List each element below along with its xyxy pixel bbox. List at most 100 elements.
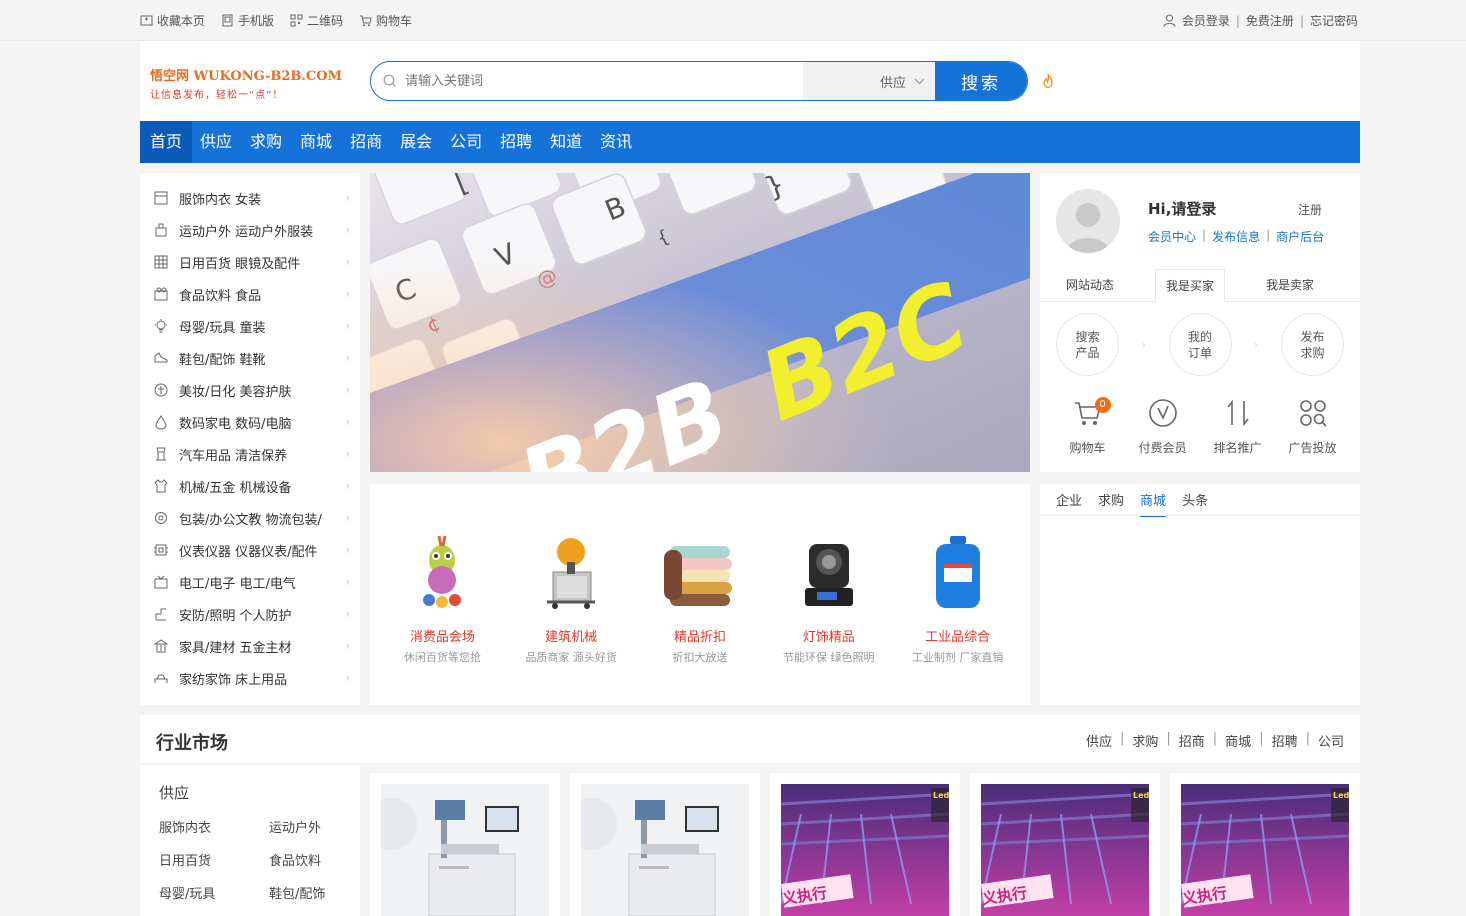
industry-category-link[interactable]: 运动户外: [269, 817, 359, 836]
industry-category-link[interactable]: 服饰内衣: [159, 817, 269, 836]
product-card[interactable]: Led 义执行: [970, 773, 1160, 916]
tab-mall[interactable]: 商城: [1140, 490, 1167, 517]
category-item[interactable]: 家具/建材 五金主材 ›: [140, 630, 360, 662]
tab-seller[interactable]: 我是卖家: [1240, 269, 1340, 301]
chevron-right-icon: ›: [345, 255, 350, 269]
search-product-button[interactable]: 搜索 产品: [1056, 313, 1119, 376]
product-image: Led 义执行: [1181, 784, 1349, 916]
industry-category-link[interactable]: 母婴/玩具: [159, 883, 269, 902]
category-item[interactable]: 仪表仪器 仪器仪表/配件 ›: [140, 534, 360, 566]
tool-rank[interactable]: 排名推广: [1203, 395, 1273, 456]
featured-item[interactable]: 工业品综合 工业制剂 厂家直销: [898, 530, 1018, 665]
register-link[interactable]: 免费注册: [1246, 12, 1294, 29]
industry-category-link[interactable]: 日用百货: [159, 850, 269, 869]
nav-item[interactable]: 资讯: [590, 121, 642, 163]
category-item[interactable]: 安防/照明 个人防护 ›: [140, 598, 360, 630]
tool-cart[interactable]: 0 购物车: [1053, 395, 1123, 456]
featured-item[interactable]: 建筑机械 品质商家 源头好货: [511, 530, 631, 665]
category-item[interactable]: 电工/电子 电工/电气 ›: [140, 566, 360, 598]
user-panel: Hi,请登录 注册 会员中心 | 发布信息 | 商户后台 网站动态 我是买家 我…: [1040, 173, 1360, 472]
login-link[interactable]: 会员登录: [1182, 12, 1230, 29]
category-item[interactable]: 包装/办公文教 物流包装/ ›: [140, 502, 360, 534]
product-image: [581, 784, 749, 916]
cart-link[interactable]: 购物车: [359, 12, 412, 29]
featured-item[interactable]: 精品折扣 折扣大放送: [640, 530, 760, 665]
mobile-link[interactable]: 手机版: [221, 12, 274, 29]
separator: |: [1305, 731, 1310, 746]
search-category-select[interactable]: 供应: [803, 62, 935, 100]
category-item[interactable]: 数码家电 数码/电脑 ›: [140, 406, 360, 438]
food-icon: [152, 286, 170, 302]
category-item[interactable]: 汽车用品 清洁保养 ›: [140, 438, 360, 470]
industry-link[interactable]: 求购: [1132, 731, 1158, 750]
greeting[interactable]: Hi,请登录: [1148, 198, 1216, 219]
category-item[interactable]: 食品饮料 食品 ›: [140, 278, 360, 310]
product-card[interactable]: [570, 773, 760, 916]
category-item[interactable]: 美妆/日化 美容护肤 ›: [140, 374, 360, 406]
nav-item[interactable]: 招聘: [490, 121, 542, 163]
tool-vip[interactable]: 付费会员: [1128, 395, 1198, 456]
product-card[interactable]: [370, 773, 560, 916]
tool-label: 付费会员: [1138, 441, 1187, 455]
register-link[interactable]: 注册: [1298, 201, 1322, 218]
laser-machine-image: [381, 784, 549, 916]
featured-item[interactable]: 消费品会场 休闲百货等您抢: [382, 530, 502, 665]
category-item[interactable]: 运动户外 运动户外服装 ›: [140, 214, 360, 246]
tab-purchase[interactable]: 求购: [1098, 490, 1124, 517]
search-input[interactable]: [405, 73, 785, 89]
stage-lights-image: Led义执行: [1181, 784, 1349, 916]
category-item[interactable]: 机械/五金 机械设备 ›: [140, 470, 360, 502]
qrcode-link[interactable]: 二维码: [290, 12, 343, 29]
tab-site-news[interactable]: 网站动态: [1040, 269, 1140, 301]
search-button[interactable]: 搜索: [935, 62, 1027, 100]
chevron-right-icon: ›: [345, 447, 350, 461]
nav-item[interactable]: 商城: [290, 121, 342, 163]
nav-item[interactable]: 首页: [140, 121, 193, 163]
banner-dot[interactable]: [701, 448, 708, 455]
category-item[interactable]: 鞋包/配饰 鞋靴 ›: [140, 342, 360, 374]
separator: |: [1202, 228, 1207, 242]
ad-icon: [1299, 400, 1327, 427]
post-request-button[interactable]: 发布 求购: [1281, 313, 1344, 376]
chevron-right-icon: ›: [345, 511, 350, 525]
nav-item[interactable]: 供应: [190, 121, 242, 163]
nav-item[interactable]: 求购: [240, 121, 292, 163]
nav-item[interactable]: 知道: [540, 121, 592, 163]
cart-icon: [360, 15, 372, 27]
product-card[interactable]: Led 义执行: [770, 773, 960, 916]
forgot-password-link[interactable]: 忘记密码: [1310, 12, 1358, 29]
industry-link[interactable]: 供应: [1086, 731, 1112, 750]
industry-link[interactable]: 公司: [1318, 731, 1344, 750]
tab-buyer[interactable]: 我是买家: [1155, 269, 1225, 303]
search-field: [371, 62, 803, 100]
category-item[interactable]: 日用百货 眼镜及配件 ›: [140, 246, 360, 278]
nav-item[interactable]: 招商: [340, 121, 392, 163]
nav-item[interactable]: 展会: [390, 121, 442, 163]
category-item[interactable]: 服饰内衣 女装 ›: [140, 182, 360, 214]
merchant-backend-link[interactable]: 商户后台: [1276, 228, 1324, 245]
industry-link[interactable]: 商城: [1225, 731, 1251, 750]
industry-link[interactable]: 招聘: [1272, 731, 1298, 750]
industry-category-link[interactable]: 食品饮料: [269, 850, 359, 869]
bookmark-link[interactable]: 收藏本页: [140, 12, 205, 29]
my-orders-button[interactable]: 我的 订单: [1168, 313, 1232, 376]
industry-link[interactable]: 招商: [1179, 731, 1205, 750]
product-card[interactable]: Led 义执行: [1170, 773, 1360, 916]
tab-company[interactable]: 企业: [1056, 490, 1082, 517]
industry-category-link[interactable]: 鞋包/配饰: [269, 883, 359, 902]
nav-item[interactable]: 公司: [440, 121, 492, 163]
featured-item[interactable]: 灯饰精品 节能环保 绿色照明: [769, 530, 889, 665]
category-item[interactable]: 家纺家饰 床上用品 ›: [140, 662, 360, 694]
publish-info-link[interactable]: 发布信息: [1212, 228, 1260, 245]
tool-ad[interactable]: 广告投放: [1278, 395, 1348, 456]
stage-light-icon: [804, 544, 853, 606]
member-center-link[interactable]: 会员中心: [1148, 228, 1196, 245]
fire-icon[interactable]: [1040, 73, 1056, 93]
hero-banner[interactable]: [ } B C V { @ ¢ B2B B2C: [370, 173, 1030, 472]
stage-lights-image: Led义执行: [781, 784, 949, 916]
separator: |: [1259, 731, 1264, 746]
category-item[interactable]: 母婴/玩具 童装 ›: [140, 310, 360, 342]
tab-headlines[interactable]: 头条: [1182, 490, 1208, 517]
banner-dot[interactable]: [688, 448, 695, 455]
site-logo[interactable]: 悟空网 WUKONG-B2B.COM 让信息发布，轻松一“点”！: [150, 65, 342, 101]
